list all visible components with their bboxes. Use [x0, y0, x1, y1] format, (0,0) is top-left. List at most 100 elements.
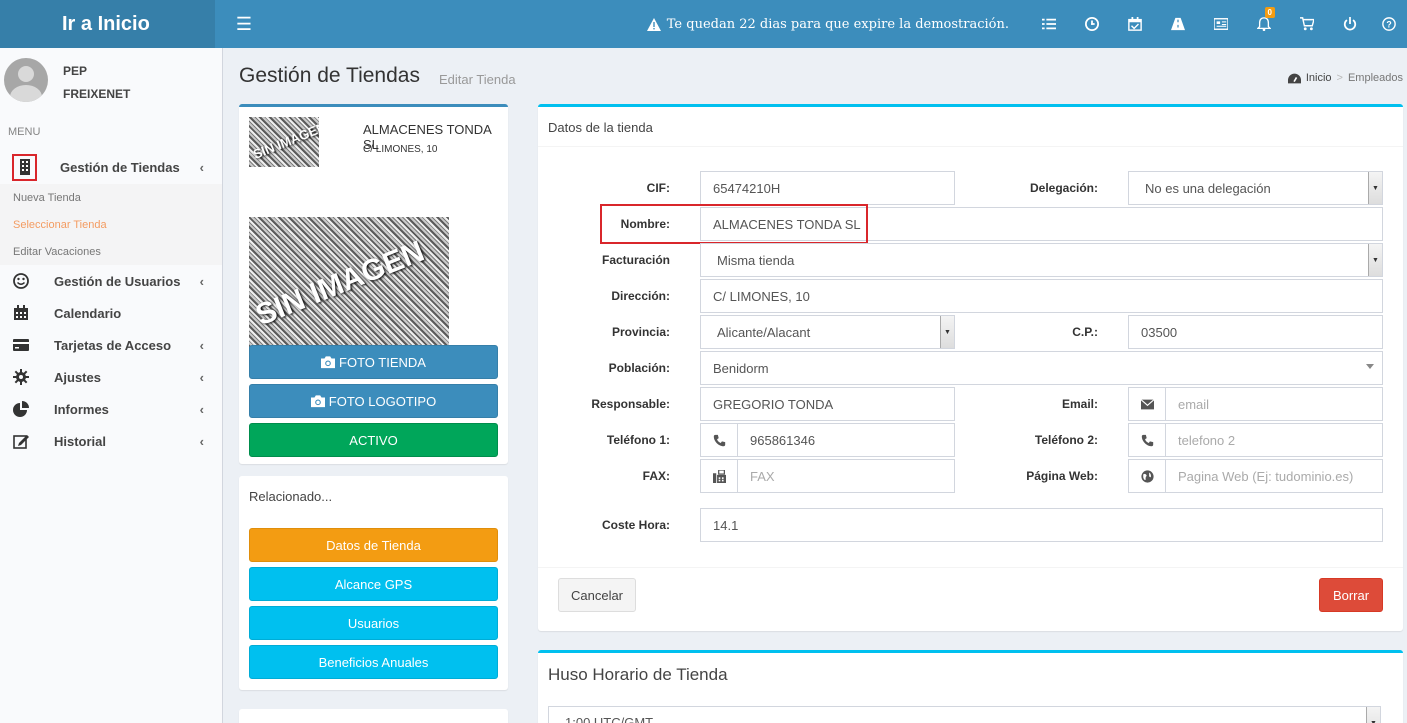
store-logo-image: SIN IMAGEN — [249, 117, 319, 167]
camera-icon — [310, 395, 325, 408]
user-organization: FREIXENET — [63, 87, 131, 101]
pie-chart-icon — [11, 399, 31, 419]
store-data-button[interactable]: Datos de Tienda — [249, 528, 498, 562]
delete-button[interactable]: Borrar — [1319, 578, 1383, 612]
top-navbar: Ir a Inicio ☰ Te quedan 22 dias para que… — [0, 0, 1407, 48]
camera-icon — [321, 356, 336, 369]
user-name: PEP — [63, 64, 88, 78]
cart-icon[interactable] — [1285, 0, 1328, 48]
building-icon — [12, 153, 37, 181]
chevron-left-icon: ‹ — [199, 159, 204, 175]
caret-down-icon — [1366, 364, 1374, 369]
direccion-input[interactable]: C/ LIMONES, 10 — [700, 279, 1383, 313]
delegacion-value: No es una delegación — [1145, 180, 1271, 196]
gps-range-button[interactable]: Alcance GPS — [249, 567, 498, 601]
telefono1-input[interactable]: 965861346 — [737, 423, 955, 457]
sidebar-item-informes[interactable]: Informes ‹ — [0, 393, 222, 425]
cancel-button[interactable]: Cancelar — [558, 578, 636, 612]
demo-expiry-notice: Te quedan 22 dias para que expire la dem… — [646, 16, 1009, 32]
poblacion-select[interactable]: Benidorm — [700, 351, 1383, 385]
sidebar-menu: Gestión de Tiendas ‹ Nueva Tienda Selecc… — [0, 150, 222, 457]
help-icon[interactable]: ? — [1371, 0, 1407, 48]
clock-icon[interactable] — [1070, 0, 1113, 48]
svg-text:?: ? — [1386, 20, 1391, 30]
page-title: Gestión de Tiendas — [239, 64, 420, 87]
chevron-left-icon: ‹ — [199, 369, 204, 385]
dropdown-arrow-icon: ▼ — [1368, 244, 1382, 276]
poblacion-value: Benidorm — [713, 360, 769, 376]
photo-store-button[interactable]: FOTO TIENDA — [249, 345, 498, 379]
provincia-select[interactable]: Alicante/Alacant ▼ — [700, 315, 955, 349]
submenu-item-nueva-tienda[interactable]: Nueva Tienda — [0, 184, 222, 211]
chevron-left-icon: ‹ — [199, 337, 204, 353]
smile-icon — [11, 271, 31, 291]
fax-input[interactable]: FAX — [737, 459, 955, 493]
sidebar-item-historial[interactable]: Historial ‹ — [0, 425, 222, 457]
brand-home-link[interactable]: Ir a Inicio — [0, 0, 215, 48]
cif-label: CIF: — [646, 181, 670, 195]
page-subtitle: Editar Tienda — [439, 72, 516, 87]
chevron-left-icon: ‹ — [199, 433, 204, 449]
poblacion-label: Población: — [608, 361, 670, 375]
breadcrumb-home[interactable]: Inicio — [1306, 72, 1332, 84]
cif-input[interactable]: 65474210H — [700, 171, 955, 205]
dropdown-arrow-icon: ▼ — [1368, 172, 1382, 204]
cp-input[interactable]: 03500 — [1128, 315, 1383, 349]
list-icon[interactable] — [1027, 0, 1070, 48]
email-label: Email: — [1061, 397, 1098, 411]
sidebar-item-ajustes[interactable]: Ajustes ‹ — [0, 361, 222, 393]
envelope-icon — [1128, 387, 1166, 421]
annual-benefits-button[interactable]: Beneficios Anuales — [249, 645, 498, 679]
photo-logo-label: FOTO LOGOTIPO — [328, 393, 437, 409]
submenu-item-seleccionar-tienda[interactable]: Seleccionar Tienda — [0, 211, 222, 238]
power-icon[interactable] — [1328, 0, 1371, 48]
hamburger-menu-icon[interactable]: ☰ — [215, 0, 273, 48]
timezone-select[interactable]: 1:00 UTC/GMT ▼ — [548, 706, 1381, 723]
provincia-value: Alicante/Alacant — [717, 324, 811, 340]
telefono1-label: Teléfono 1: — [606, 433, 670, 447]
bell-icon[interactable]: 0 — [1242, 0, 1285, 48]
submenu-gestion-tiendas: Nueva Tienda Seleccionar Tienda Editar V… — [0, 184, 222, 265]
sidebar-item-gestion-tiendas[interactable]: Gestión de Tiendas ‹ — [0, 150, 222, 184]
facturacion-select[interactable]: Misma tienda ▼ — [700, 243, 1383, 277]
edit-icon — [11, 431, 31, 451]
demo-expiry-text: Te quedan 22 dias para que expire la dem… — [666, 16, 1009, 32]
sidebar-item-tarjetas-acceso[interactable]: Tarjetas de Acceso ‹ — [0, 329, 222, 361]
sidebar-item-label: Gestión de Usuarios — [54, 273, 181, 289]
sidebar-item-label: Ajustes — [54, 369, 101, 385]
credit-card-icon — [11, 335, 31, 355]
web-input[interactable]: Pagina Web (Ej: tudominio.es) — [1165, 459, 1383, 493]
coste-label: Coste Hora: — [601, 518, 670, 532]
email-input[interactable]: email — [1165, 387, 1383, 421]
breadcrumb-separator: > — [1336, 72, 1343, 84]
sidebar-item-label: Tarjetas de Acceso — [54, 337, 172, 353]
users-button[interactable]: Usuarios — [249, 606, 498, 640]
breadcrumb-current: Empleados — [1347, 72, 1403, 84]
direccion-label: Dirección: — [611, 289, 670, 303]
delegacion-select[interactable]: No es una delegación ▼ — [1128, 171, 1383, 205]
active-button[interactable]: ACTIVO — [249, 423, 498, 457]
sidebar-item-gestion-usuarios[interactable]: Gestión de Usuarios ‹ — [0, 265, 222, 297]
calendar-check-icon[interactable] — [1113, 0, 1156, 48]
related-box: Relacionado... Datos de Tienda Alcance G… — [239, 476, 508, 690]
sidebar-item-calendario[interactable]: Calendario — [0, 297, 222, 329]
submenu-item-editar-vacaciones[interactable]: Editar Vacaciones — [0, 238, 222, 265]
dropdown-arrow-icon: ▼ — [1366, 707, 1380, 723]
store-profile-box: SIN IMAGEN SIN IMAGEN ALMACENES TONDA SL… — [239, 104, 508, 464]
form-footer-divider — [538, 567, 1403, 568]
coste-input[interactable]: 14.1 — [700, 508, 1383, 542]
cp-label: C.P.: — [1072, 325, 1098, 339]
newspaper-icon[interactable] — [1199, 0, 1242, 48]
store-data-form-box: Datos de la tienda CIF: 65474210H Delega… — [538, 104, 1403, 631]
road-icon[interactable] — [1156, 0, 1199, 48]
photo-logo-button[interactable]: FOTO LOGOTIPO — [249, 384, 498, 418]
chevron-left-icon: ‹ — [199, 401, 204, 417]
warning-icon — [646, 17, 661, 31]
timezone-value: 1:00 UTC/GMT — [565, 715, 654, 723]
store-photo-image: SIN IMAGEN — [249, 217, 449, 357]
telefono2-input[interactable]: telefono 2 — [1165, 423, 1383, 457]
delegacion-label: Delegación: — [1029, 181, 1098, 195]
responsable-input[interactable]: GREGORIO TONDA — [700, 387, 955, 421]
timezone-title: Huso Horario de Tienda — [548, 665, 728, 684]
gear-icon — [11, 367, 31, 387]
